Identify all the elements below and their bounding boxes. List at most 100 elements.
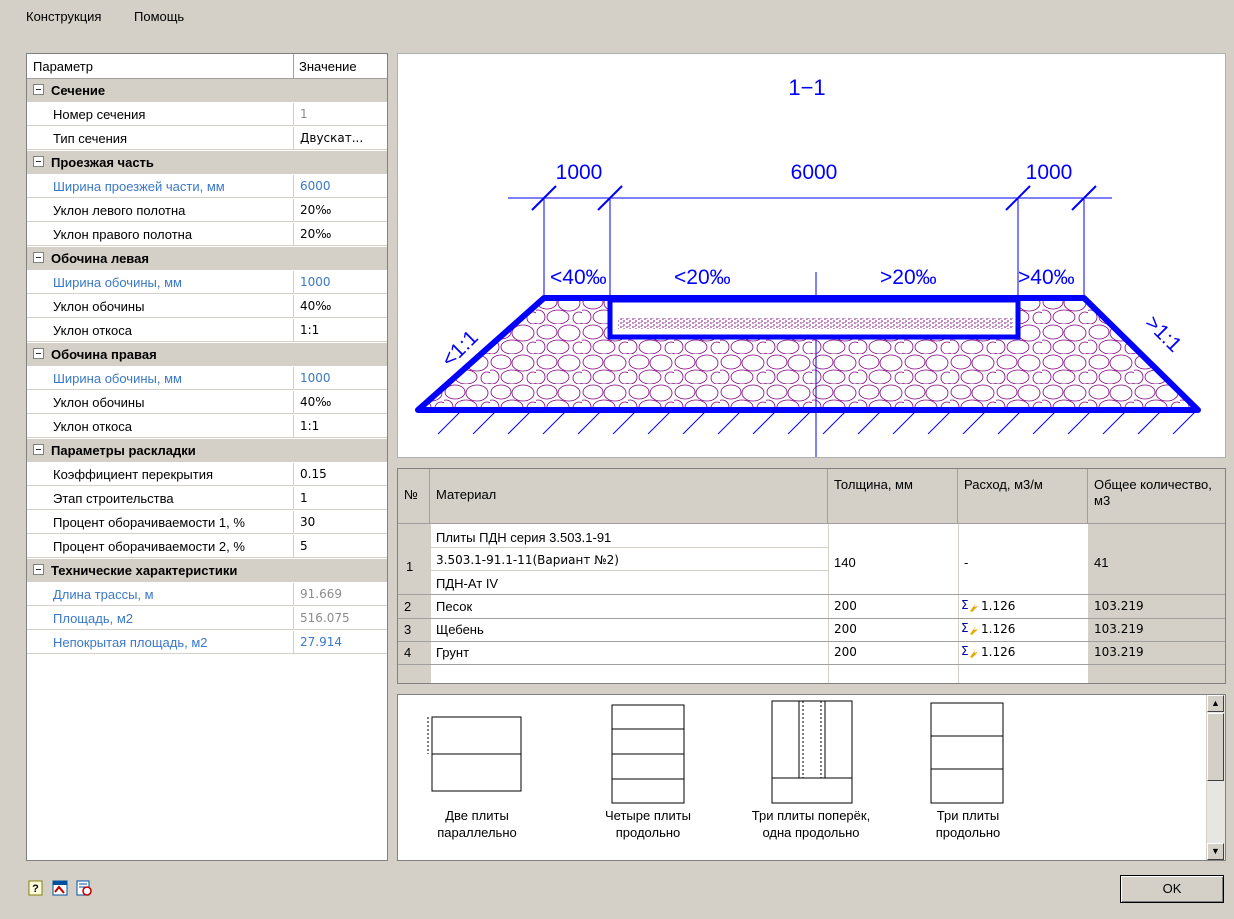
print-settings-icon[interactable] <box>76 880 92 896</box>
ok-button[interactable]: OK <box>1120 875 1224 903</box>
property-value[interactable]: 1:1 <box>300 419 386 433</box>
gallery-scrollbar[interactable]: ▲ ▼ <box>1206 695 1225 860</box>
property-row[interactable]: Уклон правого полотна 20‰ <box>27 223 387 246</box>
gallery-item-three-across[interactable]: Три плиты поперёк, одна продольно <box>736 807 886 841</box>
category-label: Обочина правая <box>51 347 157 362</box>
property-row[interactable]: Ширина обочины, мм 1000 <box>27 271 387 294</box>
row-num: 4 <box>404 645 412 660</box>
property-row[interactable]: Процент оборачиваемости 2, % 5 <box>27 535 387 558</box>
row-thickness: 200 <box>834 645 857 659</box>
category-label: Параметры раскладки <box>51 443 196 458</box>
collapse-icon[interactable] <box>33 444 44 455</box>
layout-gallery[interactable]: Две плиты параллельно Четыре плиты продо… <box>397 694 1226 861</box>
property-category[interactable]: Обочина правая <box>27 343 387 366</box>
property-label: Уклон откоса <box>53 323 132 338</box>
property-row[interactable]: Этап строительства 1 <box>27 487 387 510</box>
collapse-icon[interactable] <box>33 348 44 359</box>
property-value[interactable]: 1000 <box>300 275 386 289</box>
property-row[interactable]: Площадь, м2 516.075 <box>27 607 387 630</box>
property-value[interactable]: 6000 <box>300 179 386 193</box>
property-row[interactable]: Коэффициент перекрытия 0.15 <box>27 463 387 486</box>
property-row[interactable]: Уклон откоса 1:1 <box>27 319 387 342</box>
row-total: 103.219 <box>1094 622 1144 636</box>
layout-thumbnails <box>427 700 1004 804</box>
property-row[interactable]: Ширина обочины, мм 1000 <box>27 367 387 390</box>
property-value[interactable]: Двускат... <box>300 131 386 145</box>
property-category[interactable]: Параметры раскладки <box>27 439 387 462</box>
property-row[interactable]: Уклон обочины 40‰ <box>27 295 387 318</box>
property-value[interactable]: 30 <box>300 515 386 529</box>
collapse-icon[interactable] <box>33 252 44 263</box>
property-value[interactable]: 0.15 <box>300 467 386 481</box>
property-value[interactable]: 40‰ <box>300 395 386 409</box>
svg-text:Σ: Σ <box>961 598 969 612</box>
param-column-header[interactable]: Параметр <box>33 59 93 74</box>
scroll-up-button[interactable]: ▲ <box>1207 695 1224 712</box>
property-row[interactable]: Ширина проезжей части, мм 6000 <box>27 175 387 198</box>
three-along-thumb <box>930 702 1004 804</box>
row1-material-line3: ПДН-Ат IV <box>436 576 499 591</box>
property-category[interactable]: Проезжая часть <box>27 151 387 174</box>
materials-table[interactable]: № Материал Толщина, мм Расход, м3/м Обще… <box>397 468 1226 684</box>
property-label: Коэффициент перекрытия <box>53 467 214 482</box>
gallery-label: параллельно <box>437 825 517 840</box>
gallery-label: Три плиты <box>936 808 1000 823</box>
property-row[interactable]: Уклон левого полотна 20‰ <box>27 199 387 222</box>
gallery-label: одна продольно <box>762 825 860 840</box>
property-label: Процент оборачиваемости 1, % <box>53 515 245 530</box>
property-value[interactable]: 27.914 <box>300 635 386 649</box>
property-value[interactable]: 20‰ <box>300 203 386 217</box>
property-value[interactable]: 1:1 <box>300 323 386 337</box>
property-value[interactable]: 40‰ <box>300 299 386 313</box>
property-row[interactable]: Процент оборачиваемости 1, % 30 <box>27 511 387 534</box>
property-value[interactable]: 91.669 <box>300 587 386 601</box>
value-column-header[interactable]: Значение <box>299 59 357 74</box>
collapse-icon[interactable] <box>33 564 44 575</box>
property-row[interactable]: Тип сечения Двускат... <box>27 127 387 150</box>
slope-right-road: >20‰ <box>880 266 937 289</box>
property-row[interactable]: Номер сечения 1 <box>27 103 387 126</box>
collapse-icon[interactable] <box>33 156 44 167</box>
property-value[interactable]: 5 <box>300 539 386 553</box>
sigma-formula-icon[interactable]: Σ <box>961 621 979 635</box>
two-plates-thumb <box>427 716 522 792</box>
property-row[interactable]: Уклон откоса 1:1 <box>27 415 387 438</box>
property-value[interactable]: 516.075 <box>300 611 386 625</box>
row-thickness: 200 <box>834 599 857 613</box>
collapse-icon[interactable] <box>33 84 44 95</box>
property-row[interactable]: Уклон обочины 40‰ <box>27 391 387 414</box>
gallery-label: продольно <box>615 825 681 840</box>
col-material-header[interactable]: Материал <box>430 469 828 524</box>
sigma-formula-icon[interactable]: Σ <box>961 644 979 658</box>
gallery-label: Две плиты <box>445 808 509 823</box>
export-icon[interactable] <box>52 880 68 896</box>
property-grid[interactable]: Параметр Значение Сечение Номер сечения 1 Т… <box>26 53 388 861</box>
property-value[interactable]: 1 <box>300 107 386 121</box>
property-category[interactable]: Сечение <box>27 79 387 102</box>
menu-help[interactable]: Помощь <box>134 9 184 24</box>
property-value[interactable]: 1000 <box>300 371 386 385</box>
property-label: Уклон обочины <box>53 395 145 410</box>
gallery-item-two-plates[interactable]: Две плиты параллельно <box>422 807 532 841</box>
property-value[interactable]: 20‰ <box>300 227 386 241</box>
menu-construction[interactable]: Конструкция <box>26 9 101 24</box>
property-label: Непокрытая площадь, м2 <box>53 635 208 650</box>
property-value[interactable]: 1 <box>300 491 386 505</box>
row1-num: 1 <box>406 559 414 574</box>
gallery-item-three-along[interactable]: Три плиты продольно <box>918 807 1018 841</box>
gallery-item-four-plates[interactable]: Четыре плиты продольно <box>588 807 708 841</box>
col-consumption-header[interactable]: Расход, м3/м <box>958 469 1088 524</box>
property-category[interactable]: Технические характеристики <box>27 559 387 582</box>
property-row[interactable]: Непокрытая площадь, м2 27.914 <box>27 631 387 654</box>
col-total-header[interactable]: Общее количество, м3 <box>1088 469 1225 524</box>
scroll-thumb[interactable] <box>1207 713 1224 781</box>
sigma-formula-icon[interactable]: Σ <box>961 598 979 612</box>
row-thickness: 200 <box>834 622 857 636</box>
col-thickness-header[interactable]: Толщина, мм <box>828 469 958 524</box>
property-row[interactable]: Длина трассы, м 91.669 <box>27 583 387 606</box>
property-category[interactable]: Обочина левая <box>27 247 387 270</box>
col-num-header[interactable]: № <box>398 469 430 524</box>
help-icon[interactable]: ? <box>28 880 44 896</box>
scroll-down-button[interactable]: ▼ <box>1207 843 1224 860</box>
row1-material-line2: 3.503.1-91.1-11(Вариант №2) <box>436 553 619 567</box>
